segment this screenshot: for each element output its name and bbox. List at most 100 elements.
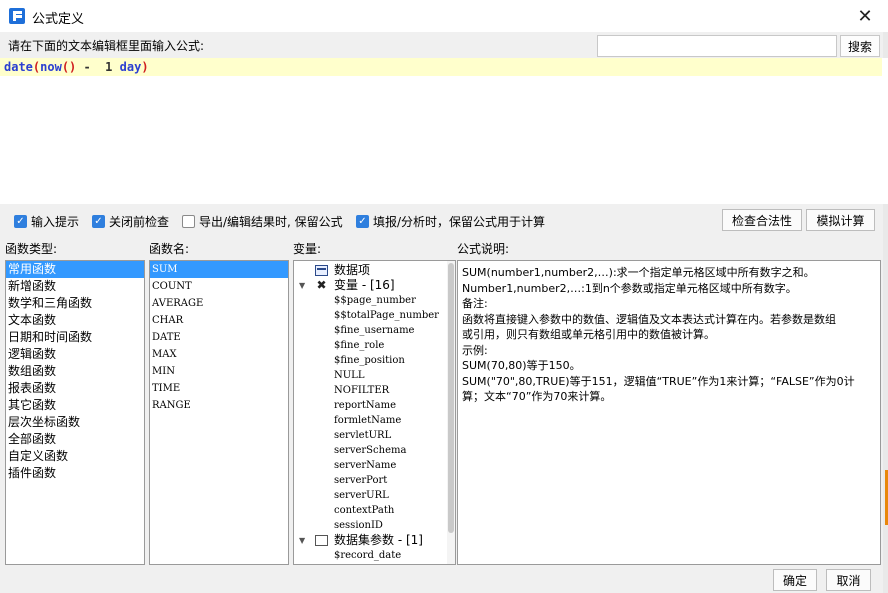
func-name-item[interactable]: MAX — [150, 346, 288, 363]
tree-leaf-label: $record_date — [334, 550, 402, 561]
search-input[interactable] — [597, 35, 837, 57]
tree-leaf[interactable]: contextPath — [294, 503, 455, 518]
checkbox-checked-icon: ✓ — [14, 215, 27, 228]
tree-leaf-label: $fine_username — [334, 325, 415, 336]
func-type-item[interactable]: 常用函数 — [6, 261, 144, 278]
func-name-item[interactable]: CHAR — [150, 312, 288, 329]
tree-leaf[interactable]: $$page_number — [294, 293, 455, 308]
func-name-item[interactable]: MIN — [150, 363, 288, 380]
tree-leaf-label: contextPath — [334, 505, 395, 516]
description-line: 算；文本“70”作为70来计算。 — [462, 390, 612, 403]
tree-leaf[interactable]: reportName — [294, 398, 455, 413]
description-panel: SUM(number1,number2,…):求一个指定单元格区域中所有数字之和… — [457, 260, 881, 565]
keep-formula-on-export-checkbox[interactable]: 导出/编辑结果时, 保留公式 — [182, 213, 343, 230]
checkbox-label: 填报/分析时，保留公式用于计算 — [373, 215, 546, 229]
tree-leaf[interactable]: NULL — [294, 368, 455, 383]
checkbox-checked-icon: ✓ — [356, 215, 369, 228]
options-row: ✓ 输入提示 ✓ 关闭前检查 导出/编辑结果时, 保留公式 ✓ 填报/分析时，保… — [0, 209, 888, 232]
formula-token: date — [4, 60, 33, 74]
tree-node-dataset-params[interactable]: ▼ 数据集参数 - [1] — [294, 533, 455, 548]
tree-node-label: 数据集参数 - [1] — [334, 533, 423, 547]
func-name-item[interactable]: AVERAGE — [150, 295, 288, 312]
tree-leaf[interactable]: servletURL — [294, 428, 455, 443]
collapse-toggle-icon[interactable]: ▼ — [299, 533, 305, 548]
description-line: SUM(number1,number2,…):求一个指定单元格区域中所有数字之和… — [462, 266, 815, 279]
func-type-item[interactable]: 层次坐标函数 — [6, 414, 144, 431]
tree-leaf-label: $fine_role — [334, 340, 385, 351]
tree-leaf-label: sessionID — [334, 520, 383, 531]
checkbox-label: 关闭前检查 — [109, 215, 170, 229]
tree-leaf-label: serverSchema — [334, 445, 407, 456]
tree-node-variables[interactable]: ▼ ✖ 变量 - [16] — [294, 278, 455, 293]
description-line: SUM("70",80,TRUE)等于151，逻辑值“TRUE”作为1来计算；“… — [462, 374, 855, 388]
formula-editor[interactable]: date(now() - 1 day) — [0, 58, 888, 204]
tree-leaf[interactable]: $fine_position — [294, 353, 455, 368]
func-type-item[interactable]: 自定义函数 — [6, 448, 144, 465]
check-validity-button[interactable]: 检查合法性 — [722, 209, 802, 231]
tree-node-label: 数据项 — [334, 263, 371, 277]
func-type-item[interactable]: 报表函数 — [6, 380, 144, 397]
ok-button[interactable]: 确定 — [773, 569, 817, 591]
formula-token: now — [40, 60, 62, 74]
cancel-button[interactable]: 取消 — [826, 569, 871, 591]
tree-leaf-label: reportName — [334, 400, 397, 411]
close-button[interactable]: ✕ — [842, 0, 888, 32]
tree-node-data-item[interactable]: 数据项 — [294, 263, 455, 278]
keep-formula-on-fill-checkbox[interactable]: ✓ 填报/分析时，保留公式用于计算 — [356, 213, 545, 230]
formula-token: ) — [141, 60, 149, 74]
tree-leaf-label: serverName — [334, 460, 397, 471]
tree-leaf[interactable]: sessionID — [294, 518, 455, 533]
func-name-item[interactable]: RANGE — [150, 397, 288, 414]
tree-leaf-label: NULL — [334, 370, 365, 381]
tree-leaf[interactable]: $fine_role — [294, 338, 455, 353]
tree-leaf[interactable]: $$totalPage_number — [294, 308, 455, 323]
collapse-toggle-icon[interactable]: ▼ — [299, 278, 305, 293]
checkbox-checked-icon: ✓ — [92, 215, 105, 228]
scrollbar-thumb[interactable] — [448, 263, 454, 533]
variables-tree[interactable]: 数据项 ▼ ✖ 变量 - [16] $$page_number $$totalP… — [293, 260, 456, 565]
tree-leaf[interactable]: serverSchema — [294, 443, 455, 458]
func-name-item[interactable]: DATE — [150, 329, 288, 346]
tree-leaf[interactable]: serverName — [294, 458, 455, 473]
checkbox-unchecked-icon — [182, 215, 195, 228]
simulate-calc-button[interactable]: 模拟计算 — [806, 209, 875, 231]
func-type-item[interactable]: 逻辑函数 — [6, 346, 144, 363]
formula-token: () — [61, 60, 77, 74]
description-line: SUM(70,80)等于150。 — [462, 359, 581, 372]
func-type-item[interactable]: 文本函数 — [6, 312, 144, 329]
formula-prompt-label: 请在下面的文本编辑框里面输入公式: — [8, 39, 205, 53]
input-hint-checkbox[interactable]: ✓ 输入提示 — [14, 213, 79, 230]
title-bar: 公式定义 ✕ — [0, 0, 888, 32]
tree-leaf-label: formletName — [334, 415, 402, 426]
checkbox-label: 输入提示 — [31, 215, 80, 229]
func-type-item[interactable]: 全部函数 — [6, 431, 144, 448]
tree-leaf-label: NOFILTER — [334, 385, 390, 396]
tree-leaf[interactable]: formletName — [294, 413, 455, 428]
func-name-item[interactable]: TIME — [150, 380, 288, 397]
func-name-item[interactable]: SUM — [150, 261, 288, 278]
func-type-item[interactable]: 数组函数 — [6, 363, 144, 380]
dataset-icon — [315, 535, 328, 546]
func-type-item[interactable]: 其它函数 — [6, 397, 144, 414]
variable-icon: ✖ — [316, 278, 327, 292]
func-type-item[interactable]: 插件函数 — [6, 465, 144, 482]
formula-line[interactable]: date(now() - 1 day) — [0, 58, 882, 76]
vertical-scrollbar[interactable] — [447, 261, 455, 564]
func-type-item[interactable]: 日期和时间函数 — [6, 329, 144, 346]
app-logo-icon — [9, 8, 25, 24]
window-title: 公式定义 — [32, 12, 85, 27]
func-name-list[interactable]: SUM COUNT AVERAGE CHAR DATE MAX MIN TIME… — [149, 260, 289, 565]
func-type-item[interactable]: 新增函数 — [6, 278, 144, 295]
tree-leaf[interactable]: serverURL — [294, 488, 455, 503]
search-button[interactable]: 搜索 — [840, 35, 880, 57]
func-name-item[interactable]: COUNT — [150, 278, 288, 295]
tree-leaf[interactable]: $record_date — [294, 548, 455, 563]
tree-leaf[interactable]: serverPort — [294, 473, 455, 488]
table-icon — [315, 265, 328, 276]
tree-leaf[interactable]: $fine_username — [294, 323, 455, 338]
func-type-list[interactable]: 常用函数 新增函数 数学和三角函数 文本函数 日期和时间函数 逻辑函数 数组函数… — [5, 260, 145, 565]
tree-leaf[interactable]: NOFILTER — [294, 383, 455, 398]
check-before-close-checkbox[interactable]: ✓ 关闭前检查 — [92, 213, 169, 230]
func-type-item[interactable]: 数学和三角函数 — [6, 295, 144, 312]
description-line: 或引用，则只有数组或单元格引用中的数值被计算。 — [462, 328, 715, 341]
